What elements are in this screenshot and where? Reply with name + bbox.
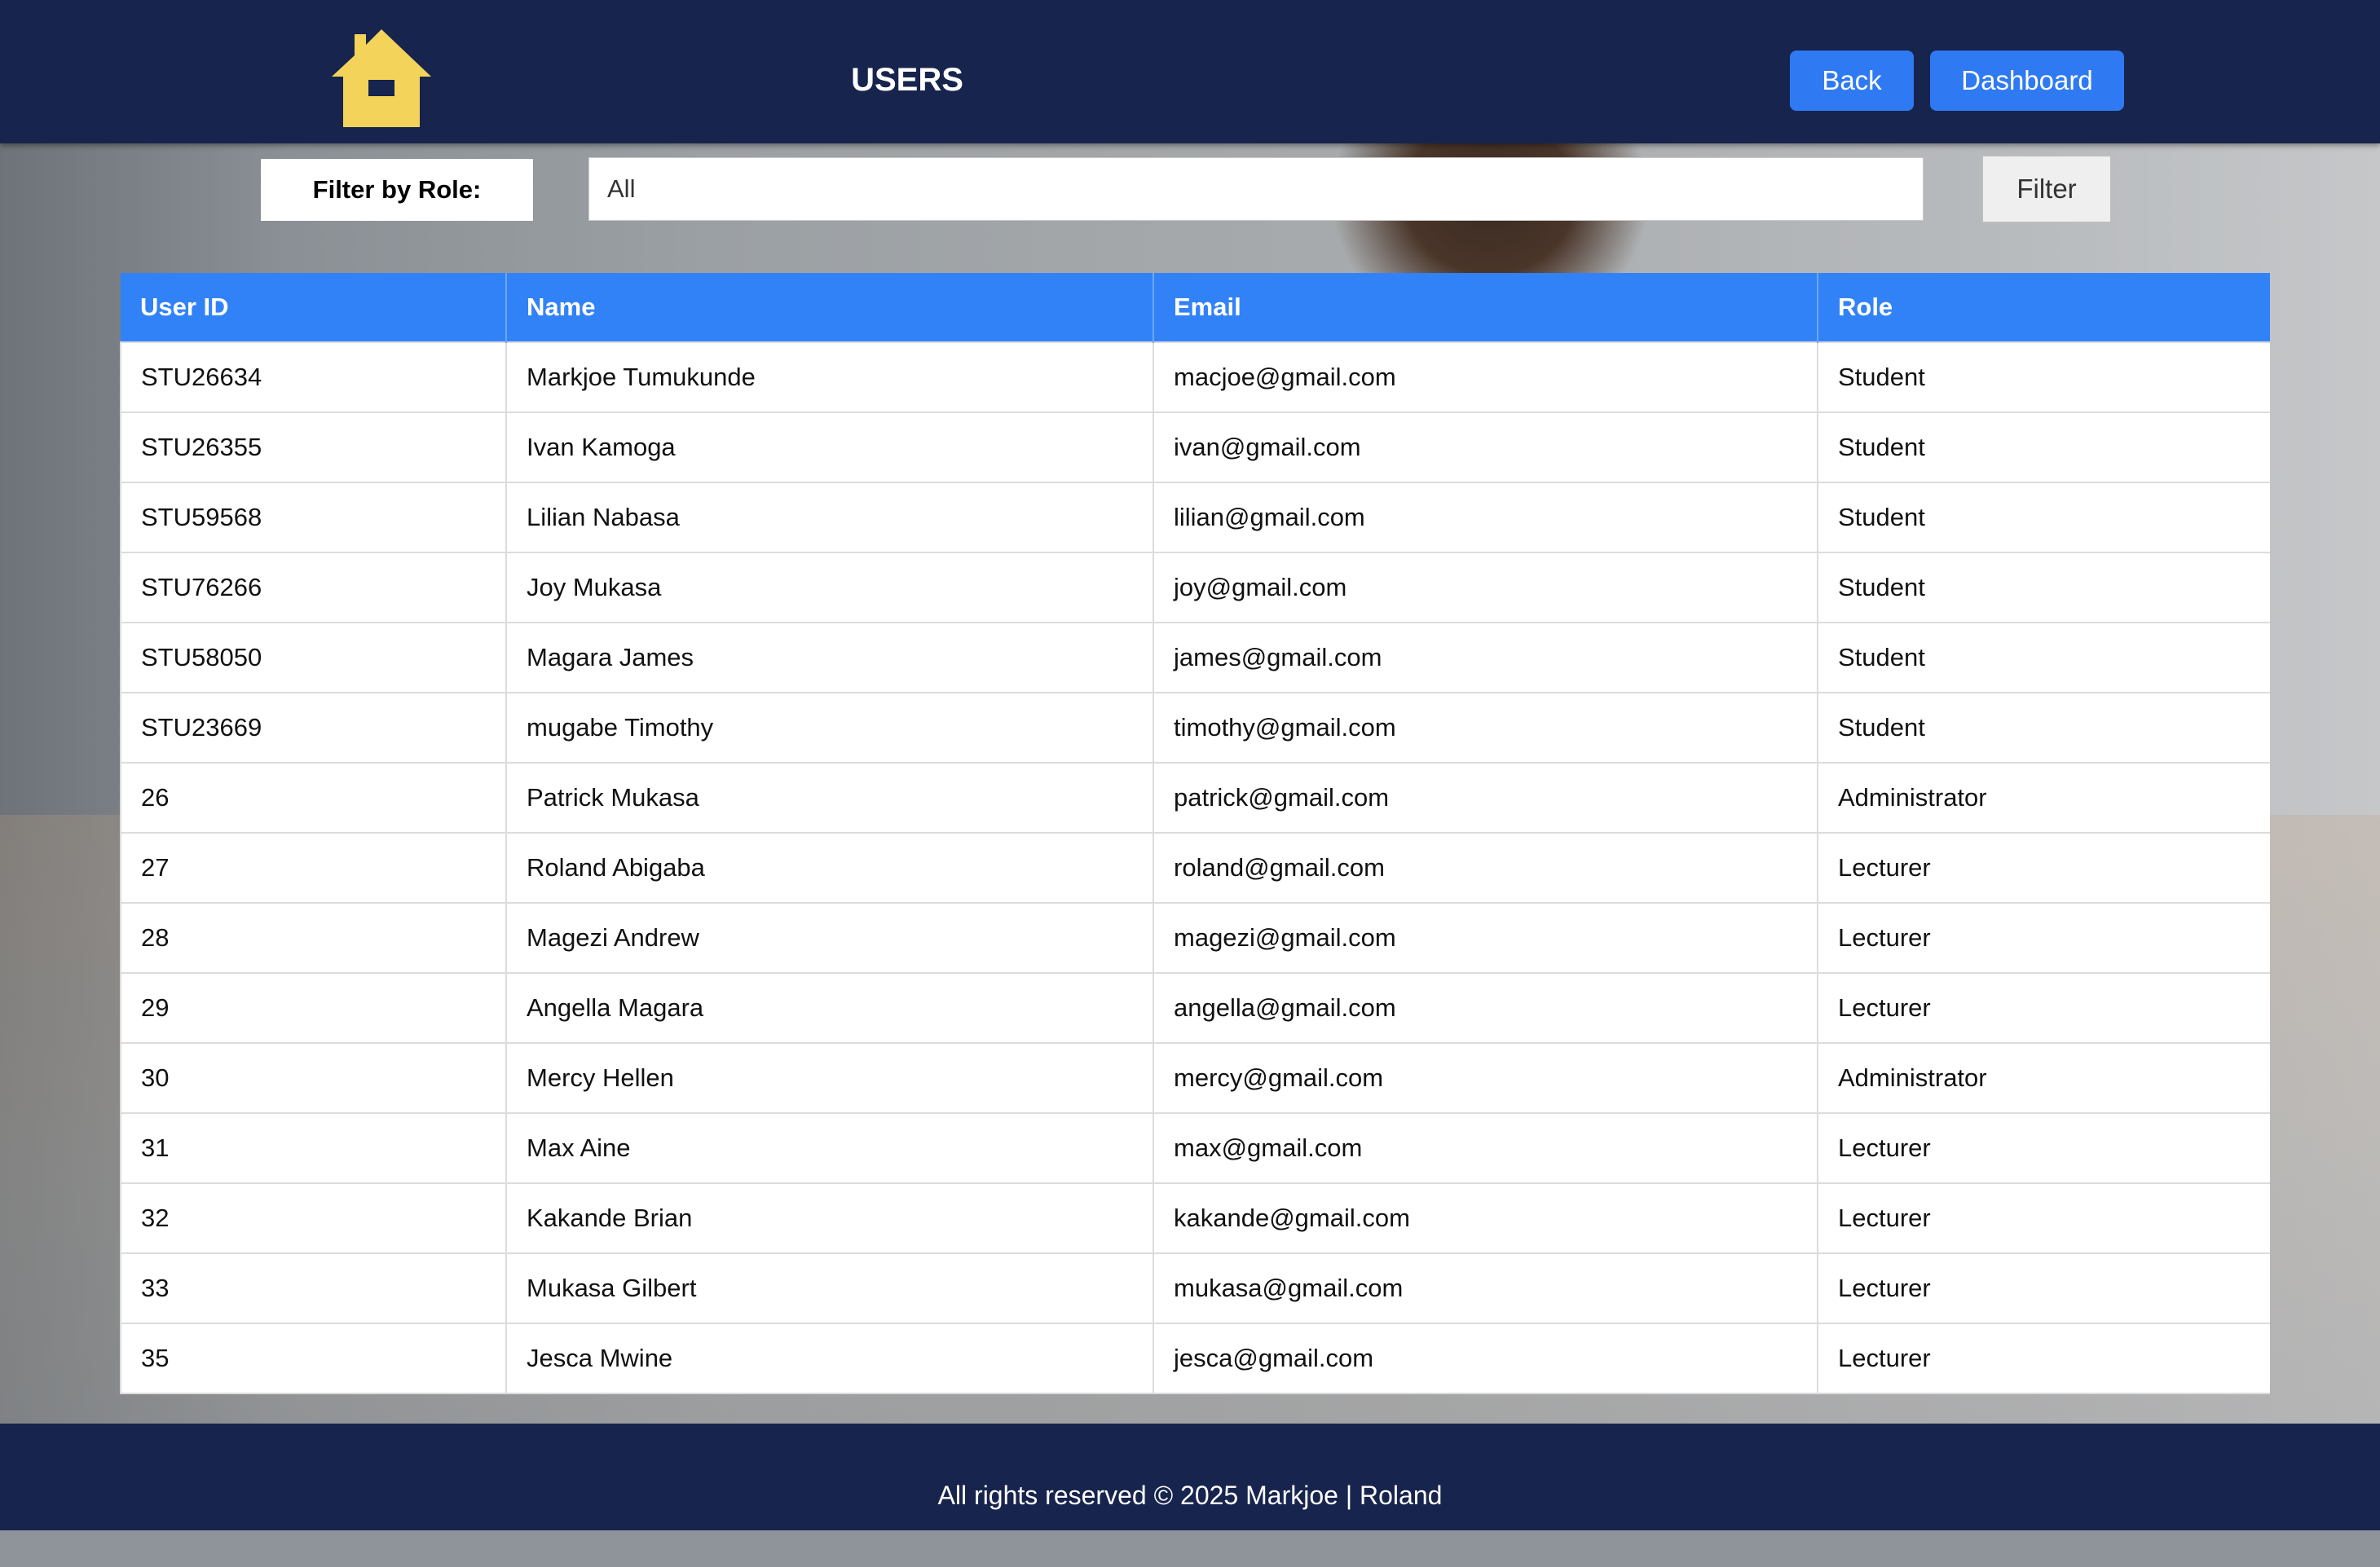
table-row[interactable]: 30 Mercy Hellen mercy@gmail.com Administrat…	[120, 1042, 2270, 1114]
cell-name: Magezi Andrew	[505, 902, 1154, 974]
cell-role: Student	[1817, 341, 2270, 413]
cell-email: angella@gmail.com	[1153, 972, 1818, 1044]
cell-email: mercy@gmail.com	[1153, 1042, 1818, 1114]
cell-role: Administrator	[1817, 762, 2270, 834]
cell-role: Student	[1817, 482, 2270, 553]
cell-email: kakande@gmail.com	[1153, 1182, 1818, 1254]
column-header-user-id[interactable]: User ID	[121, 273, 507, 342]
top-bar: USERS Back Dashboard	[0, 0, 2380, 143]
filter-role-label: Filter by Role:	[261, 159, 533, 221]
table-row[interactable]: 29 Angella Magara angella@gmail.com Lecture…	[120, 972, 2270, 1044]
cell-name: Angella Magara	[505, 972, 1154, 1044]
filter-button[interactable]: Filter	[1981, 155, 2112, 223]
table-row[interactable]: 35 Jesca Mwine jesca@gmail.com Lecturer	[120, 1323, 2270, 1394]
back-button[interactable]: Back	[1790, 51, 1914, 111]
table-row[interactable]: STU26355 Ivan Kamoga ivan@gmail.com Student	[120, 412, 2270, 483]
column-header-name[interactable]: Name	[506, 273, 1154, 342]
cell-email: james@gmail.com	[1153, 622, 1818, 693]
cell-role: Lecturer	[1817, 902, 2270, 974]
cell-user-id: STU23669	[120, 692, 507, 764]
footer-text: All rights reserved © 2025 Markjoe | Rol…	[937, 1481, 1443, 1510]
cell-user-id: STU59568	[120, 482, 507, 553]
cell-user-id: 32	[120, 1182, 507, 1254]
cell-name: Magara James	[505, 622, 1154, 693]
cell-name: Kakande Brian	[505, 1182, 1154, 1254]
cell-name: Patrick Mukasa	[505, 762, 1154, 834]
cell-email: jesca@gmail.com	[1153, 1323, 1818, 1394]
cell-role: Student	[1817, 412, 2270, 483]
table-row[interactable]: STU76266 Joy Mukasa joy@gmail.com Student	[120, 552, 2270, 623]
cell-name: mugabe Timothy	[505, 692, 1154, 764]
cell-role: Student	[1817, 622, 2270, 693]
page-title: USERS	[851, 62, 963, 98]
cell-user-id: STU26355	[120, 412, 507, 483]
cell-user-id: STU76266	[120, 552, 507, 623]
cell-role: Administrator	[1817, 1042, 2270, 1114]
cell-role: Lecturer	[1817, 1112, 2270, 1184]
cell-email: lilian@gmail.com	[1153, 482, 1818, 553]
table-row[interactable]: 31 Max Aine max@gmail.com Lecturer	[120, 1112, 2270, 1184]
table-row[interactable]: 28 Magezi Andrew magezi@gmail.com Lecturer	[120, 902, 2270, 974]
cell-user-id: 35	[120, 1323, 507, 1394]
table-row[interactable]: 27 Roland Abigaba roland@gmail.com Lecturer	[120, 832, 2270, 904]
cell-role: Lecturer	[1817, 832, 2270, 904]
cell-email: joy@gmail.com	[1153, 552, 1818, 623]
footer: All rights reserved © 2025 Markjoe | Rol…	[0, 1424, 2380, 1530]
home-icon[interactable]	[330, 28, 433, 129]
table-row[interactable]: STU59568 Lilian Nabasa lilian@gmail.com Stu…	[120, 482, 2270, 553]
cell-email: timothy@gmail.com	[1153, 692, 1818, 764]
cell-name: Lilian Nabasa	[505, 482, 1154, 553]
cell-role: Student	[1817, 552, 2270, 623]
cell-email: roland@gmail.com	[1153, 832, 1818, 904]
cell-name: Ivan Kamoga	[505, 412, 1154, 483]
cell-role: Lecturer	[1817, 1252, 2270, 1324]
table-header-row: User ID Name Email Role	[121, 273, 2270, 342]
cell-user-id: 29	[120, 972, 507, 1044]
cell-email: magezi@gmail.com	[1153, 902, 1818, 974]
cell-name: Roland Abigaba	[505, 832, 1154, 904]
cell-name: Joy Mukasa	[505, 552, 1154, 623]
users-table-container[interactable]: User ID Name Email Role STU26634 Markjoe …	[120, 273, 2270, 1424]
cell-name: Mukasa Gilbert	[505, 1252, 1154, 1324]
table-row[interactable]: STU26634 Markjoe Tumukunde macjoe@gmail.co…	[120, 341, 2270, 413]
cell-user-id: 27	[120, 832, 507, 904]
cell-email: mukasa@gmail.com	[1153, 1252, 1818, 1324]
cell-email: patrick@gmail.com	[1153, 762, 1818, 834]
cell-name: Mercy Hellen	[505, 1042, 1154, 1114]
cell-user-id: 30	[120, 1042, 507, 1114]
dashboard-button[interactable]: Dashboard	[1930, 51, 2124, 111]
table-row[interactable]: 26 Patrick Mukasa patrick@gmail.com Adminis…	[120, 762, 2270, 834]
table-row[interactable]: 33 Mukasa Gilbert mukasa@gmail.com Lecturer	[120, 1252, 2270, 1324]
column-header-role[interactable]: Role	[1818, 273, 2270, 342]
cell-user-id: STU58050	[120, 622, 507, 693]
cell-user-id: 28	[120, 902, 507, 974]
cell-role: Student	[1817, 692, 2270, 764]
role-select[interactable]: All	[588, 157, 1924, 221]
cell-user-id: STU26634	[120, 341, 507, 413]
table-row[interactable]: 32 Kakande Brian kakande@gmail.com Lecturer	[120, 1182, 2270, 1254]
cell-name: Markjoe Tumukunde	[505, 341, 1154, 413]
table-row[interactable]: STU58050 Magara James james@gmail.com Stude…	[120, 622, 2270, 693]
column-header-email[interactable]: Email	[1153, 273, 1818, 342]
cell-user-id: 26	[120, 762, 507, 834]
cell-role: Lecturer	[1817, 1182, 2270, 1254]
cell-email: macjoe@gmail.com	[1153, 341, 1818, 413]
cell-email: ivan@gmail.com	[1153, 412, 1818, 483]
cell-name: Jesca Mwine	[505, 1323, 1154, 1394]
cell-user-id: 33	[120, 1252, 507, 1324]
cell-role: Lecturer	[1817, 972, 2270, 1044]
users-table: User ID Name Email Role STU26634 Markjoe …	[120, 273, 2270, 1394]
cell-role: Lecturer	[1817, 1323, 2270, 1394]
cell-user-id: 31	[120, 1112, 507, 1184]
cell-name: Max Aine	[505, 1112, 1154, 1184]
cell-email: max@gmail.com	[1153, 1112, 1818, 1184]
table-row[interactable]: STU23669 mugabe Timothy timothy@gmail.com S…	[120, 692, 2270, 764]
